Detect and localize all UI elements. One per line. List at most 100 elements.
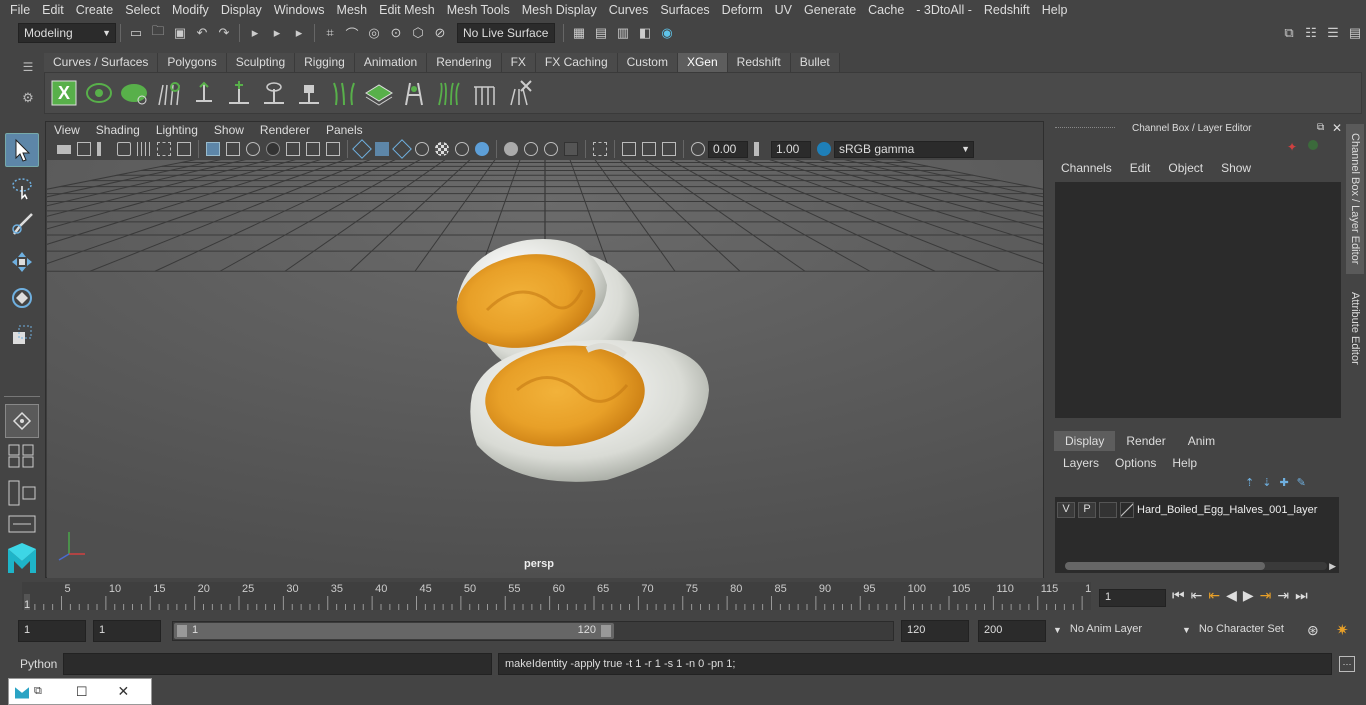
anti-alias-icon[interactable]	[475, 142, 489, 156]
channel-menu-show[interactable]: Show	[1221, 161, 1251, 179]
frame-all-icon[interactable]	[662, 142, 676, 156]
lasso-tool-icon[interactable]	[5, 171, 39, 205]
snap-grid-icon[interactable]: ⌗	[321, 24, 339, 42]
exposure-field[interactable]: 0.00	[708, 140, 748, 158]
backface-icon[interactable]	[392, 139, 412, 159]
playback-start-field[interactable]: 1	[93, 620, 161, 642]
shadows-icon[interactable]	[306, 142, 320, 156]
shelf-menu-icon[interactable]: ☰	[23, 60, 34, 74]
hud-icon[interactable]	[524, 142, 538, 156]
guide-curves-icon[interactable]	[329, 77, 359, 109]
shelf-tab-polygons[interactable]: Polygons	[158, 53, 227, 72]
menu-modify[interactable]: Modify	[166, 3, 215, 17]
move-tool-icon[interactable]	[5, 245, 39, 279]
menu-cache[interactable]: Cache	[862, 3, 910, 17]
step-back-key-icon[interactable]: ⇤	[1191, 587, 1203, 604]
resolution-gate-icon[interactable]	[177, 142, 191, 156]
go-to-end-icon[interactable]: ⏭	[1295, 587, 1308, 604]
scene-canvas[interactable]	[47, 160, 1043, 578]
viewport-menu-show[interactable]: Show	[206, 123, 252, 137]
ambient-occlusion-icon[interactable]	[415, 142, 429, 156]
layer-menu-options[interactable]: Options	[1115, 456, 1156, 470]
new-scene-icon[interactable]: ▭	[127, 24, 145, 42]
gear-icon[interactable]: ⚙	[22, 90, 34, 106]
groom-cut-icon[interactable]	[469, 77, 499, 109]
close-icon[interactable]: ✕	[1332, 121, 1342, 135]
motion-blur-icon[interactable]	[455, 142, 469, 156]
visibility-toggle[interactable]: V	[1057, 502, 1075, 518]
layout-outliner-icon[interactable]	[5, 513, 39, 535]
snap-live-icon[interactable]: ⊘	[431, 24, 449, 42]
place-guide-icon[interactable]	[224, 77, 254, 109]
time-slider[interactable]: 5 10 15 20 25 30 35 40 45 50 55 60 65 70 75 80 85 90 95 100…	[22, 582, 1097, 611]
step-forward-frame-icon[interactable]: ⇥	[1260, 587, 1272, 604]
viewport-menu-renderer[interactable]: Renderer	[252, 123, 318, 137]
shelf-tab-rendering[interactable]: Rendering	[427, 53, 502, 72]
menu-file[interactable]: File	[4, 3, 36, 17]
viewport-menu-lighting[interactable]: Lighting	[148, 123, 206, 137]
anim-prefs-icon[interactable]: ✷	[1336, 621, 1349, 639]
layer-tab-render[interactable]: Render	[1115, 431, 1176, 451]
render-settings-icon[interactable]: ▥	[614, 24, 632, 42]
select-camera-icon[interactable]	[593, 142, 607, 156]
channel-menu-object[interactable]: Object	[1168, 161, 1203, 179]
layer-name[interactable]: Hard_Boiled_Egg_Halves_001_layer	[1137, 504, 1317, 516]
wireframe-icon[interactable]	[206, 142, 220, 156]
live-surface-field[interactable]: No Live Surface	[457, 23, 555, 43]
menu-deform[interactable]: Deform	[716, 3, 769, 17]
snap-view-icon[interactable]: ⊙	[387, 24, 405, 42]
ssao-icon[interactable]	[544, 142, 558, 156]
current-frame-field[interactable]: 1	[1099, 589, 1166, 607]
xgen-guides-icon[interactable]	[154, 77, 184, 109]
render-view-icon[interactable]: ◉	[658, 24, 676, 42]
side-tab-attribute-editor[interactable]: Attribute Editor	[1346, 280, 1364, 376]
menu-surfaces[interactable]: Surfaces	[654, 3, 715, 17]
viewport-menu-view[interactable]: View	[46, 123, 88, 137]
gamma-icon[interactable]	[754, 142, 768, 156]
smooth-shade-icon[interactable]	[226, 142, 240, 156]
layout-icon[interactable]	[642, 142, 656, 156]
select-tool-icon[interactable]	[5, 133, 39, 167]
scroll-right-icon[interactable]: ▶	[1329, 561, 1336, 572]
render-ipr-icon[interactable]: ▤	[592, 24, 610, 42]
lock-guide-icon[interactable]	[294, 77, 324, 109]
film-gate-icon[interactable]	[157, 142, 171, 156]
start-frame-field[interactable]: 1	[18, 620, 86, 642]
layer-menu-layers[interactable]: Layers	[1063, 456, 1099, 470]
checker-icon[interactable]	[435, 142, 449, 156]
script-language[interactable]: Python	[20, 657, 57, 671]
menu-help[interactable]: Help	[1036, 3, 1074, 17]
image-plane-icon[interactable]	[117, 142, 131, 156]
anim-layer-dropdown[interactable]: ▼ No Anim Layer	[1049, 620, 1189, 642]
paint-select-icon[interactable]	[5, 207, 39, 241]
menu-windows[interactable]: Windows	[268, 3, 331, 17]
xray-joints-icon[interactable]	[375, 142, 389, 156]
two-sided-icon[interactable]	[622, 142, 636, 156]
undo-icon[interactable]: ↶	[193, 24, 211, 42]
save-scene-icon[interactable]: ▣	[171, 24, 189, 42]
grid-toggle-icon[interactable]	[137, 142, 151, 156]
end-frame-field[interactable]: 200	[978, 620, 1046, 642]
layer-tab-display[interactable]: Display	[1054, 431, 1116, 451]
channel-list[interactable]	[1055, 182, 1341, 418]
camera-attrs-icon[interactable]	[77, 142, 91, 156]
channel-box-icon[interactable]: ▤	[1346, 24, 1364, 42]
menu-uv[interactable]: UV	[769, 3, 798, 17]
menu-mesh[interactable]: Mesh	[331, 3, 374, 17]
layer-tab-anim[interactable]: Anim	[1177, 431, 1226, 451]
horizontal-scrollbar[interactable]	[1065, 562, 1327, 570]
slider-start-handle[interactable]	[177, 625, 187, 637]
workspace-icon[interactable]: ⧉	[1280, 24, 1298, 42]
shelf-tab-animation[interactable]: Animation	[354, 53, 428, 72]
channel-menu-edit[interactable]: Edit	[1130, 161, 1151, 179]
shelf-tab-sculpting[interactable]: Sculpting	[226, 53, 296, 72]
redo-icon[interactable]: ↷	[215, 24, 233, 42]
xgen-description-icon[interactable]	[119, 77, 149, 109]
snap-curve-icon[interactable]: ⌒	[343, 24, 361, 42]
range-handle[interactable]: 1 120	[174, 623, 614, 639]
menu-redshift[interactable]: Redshift	[978, 3, 1036, 17]
layer-menu-help[interactable]: Help	[1172, 456, 1197, 470]
camera-icon[interactable]	[57, 144, 71, 154]
step-forward-key-icon[interactable]: ⇥	[1277, 587, 1289, 604]
groom-sculpt-icon[interactable]	[434, 77, 464, 109]
